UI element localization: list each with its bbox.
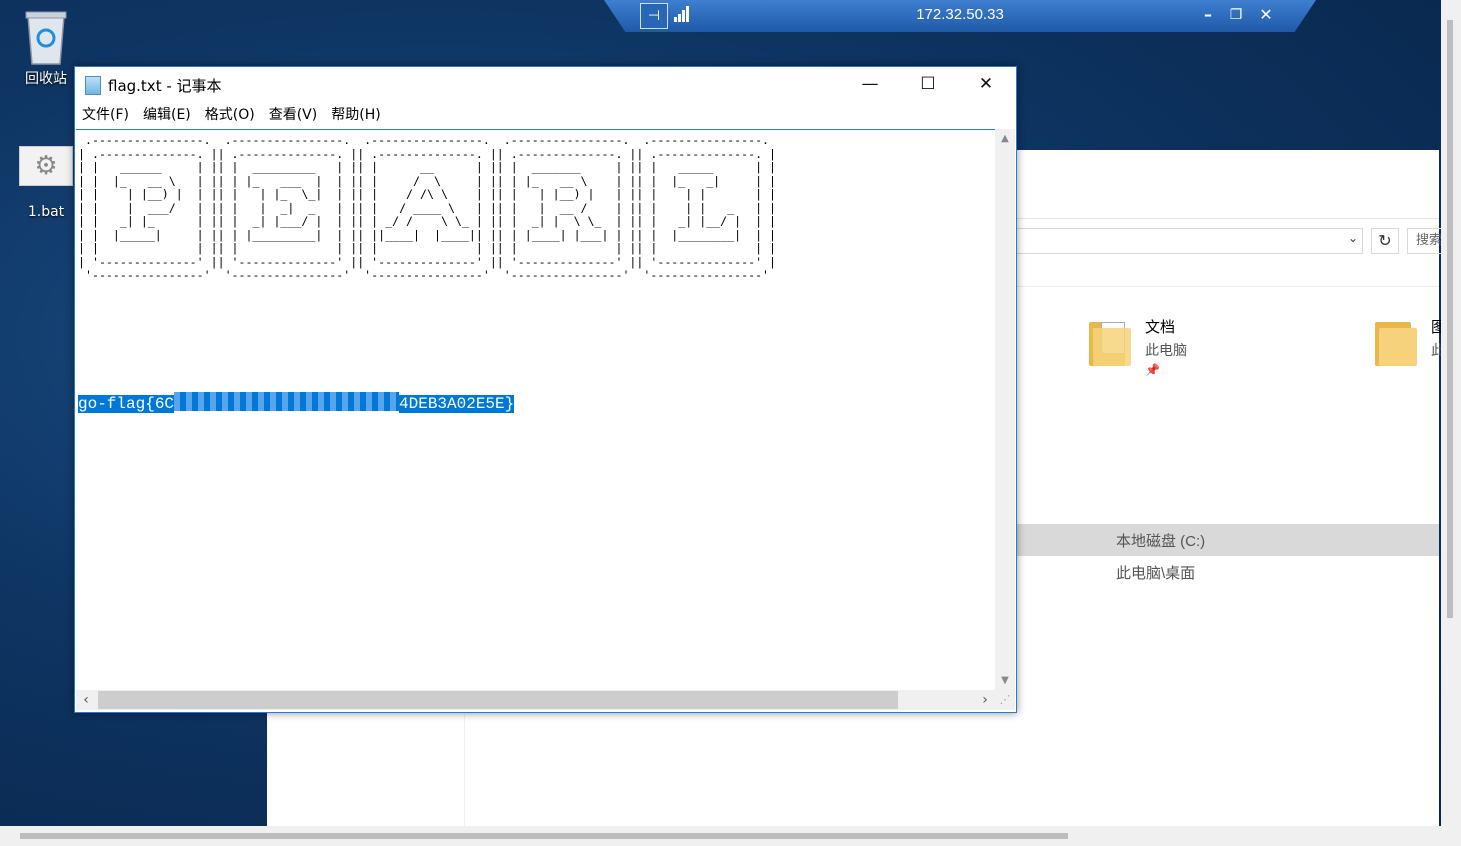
window-title: flag.txt - 记事本 [108,77,222,95]
notepad-icon [85,76,101,95]
scroll-right-icon[interactable]: › [975,690,995,710]
maximize-button[interactable]: ☐ [899,67,957,101]
menu-format[interactable]: 格式(O) [198,103,262,128]
flag-text-selected[interactable]: go-flag{6C 4DEB3A02E5E} [78,392,515,415]
menu-edit[interactable]: 编辑(E) [136,103,198,128]
restore-icon[interactable]: ❐ [1224,4,1248,26]
pictures-folder-icon [1375,316,1417,366]
scroll-left-icon[interactable]: ‹ [76,690,96,710]
recent-location: 本地磁盘 (C:) [1116,533,1206,550]
documents-folder-icon [1089,316,1131,366]
pin-icon: 📌 [1145,363,1160,377]
notepad-title-bar[interactable]: flag.txt - 记事本 — ☐ ✕ [75,67,1016,101]
minimize-button[interactable]: — [841,67,899,101]
session-horizontal-scrollbar[interactable] [0,826,1441,846]
notepad-window: flag.txt - 记事本 — ☐ ✕ 文件(F) 编辑(E) 格式(O) 查… [74,66,1017,713]
close-button[interactable]: ✕ [957,67,1015,101]
menu-bar: 文件(F) 编辑(E) 格式(O) 查看(V) 帮助(H) [75,103,1016,128]
gear-file-icon: ⚙ [19,146,73,186]
chevron-down-icon[interactable]: ⌄ [1348,231,1358,245]
remote-desktop-connection-bar: ⊣ 172.32.50.33 – ❐ ✕ [604,0,1316,32]
vertical-scrollbar[interactable]: ▲ ▼ [995,129,1015,690]
quick-access-item-pictures[interactable]: 图 此 [1375,316,1446,366]
horizontal-scrollbar[interactable]: ‹ › [76,690,995,710]
resize-grip-icon[interactable]: ⋰ [995,690,1015,710]
quick-access-name: 文档 [1145,319,1176,336]
quick-access-item-documents[interactable]: 文档 此电脑 📌 [1089,316,1187,377]
refresh-icon[interactable]: ↻ [1371,228,1399,254]
menu-view[interactable]: 查看(V) [262,103,325,128]
scroll-up-icon[interactable]: ▲ [995,133,1015,144]
text-editor-area[interactable]: .----------------. .----------------. .-… [76,129,995,691]
recycle-bin-icon [24,8,68,66]
address-bar[interactable]: ⌄ [1016,228,1363,254]
scrollbar-thumb[interactable] [20,833,1068,839]
scrollbar-thumb[interactable] [98,691,898,709]
quick-access-location: 此电脑 [1145,342,1187,358]
minimize-icon[interactable]: – [1196,4,1220,26]
ascii-art-banner: .----------------. .----------------. .-… [78,133,777,282]
flag-suffix: 4DEB3A02E5E} [399,395,515,413]
menu-file[interactable]: 文件(F) [75,103,136,128]
redacted-blur [174,392,400,411]
session-vertical-scrollbar[interactable] [1441,0,1461,846]
menu-help[interactable]: 帮助(H) [324,103,387,128]
close-icon[interactable]: ✕ [1254,4,1278,26]
scroll-down-icon[interactable]: ▼ [995,675,1015,686]
scrollbar-thumb[interactable] [1447,20,1453,618]
navigation-pane [267,714,465,826]
recent-location: 此电脑\桌面 [1116,565,1196,582]
flag-prefix: go-flag{6C [78,395,175,413]
